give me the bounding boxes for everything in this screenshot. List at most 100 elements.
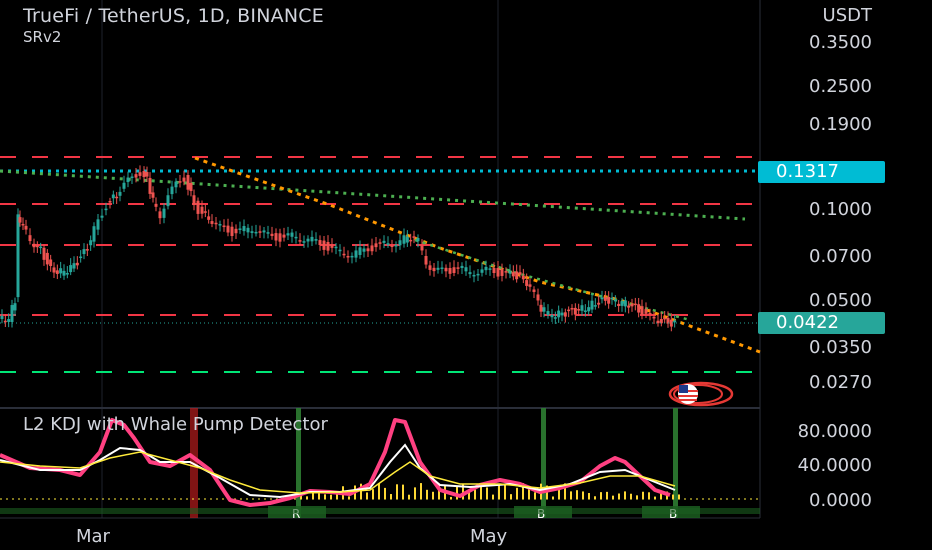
candle-body — [354, 250, 358, 258]
candle-body — [428, 265, 432, 270]
candle-body — [386, 243, 390, 245]
candle-body — [587, 307, 591, 312]
candle-body — [648, 313, 652, 315]
candle-body — [448, 268, 452, 274]
whale-volume-bar — [384, 487, 386, 499]
whale-volume-bar — [636, 495, 638, 499]
candle-body — [298, 240, 302, 242]
whale-volume-bar — [570, 491, 572, 499]
whale-volume-bar — [402, 484, 404, 499]
candle-body — [75, 262, 79, 266]
whale-volume-bar — [528, 489, 530, 499]
chart-title: TrueFi / TetherUS, 1D, BINANCE — [23, 5, 324, 27]
candle-body — [525, 280, 529, 286]
candle-body — [600, 297, 604, 300]
candle-body — [330, 244, 334, 248]
candle-body — [500, 269, 504, 276]
candle-body — [108, 201, 112, 203]
candle-body — [420, 245, 424, 251]
chart-canvas[interactable]: RBB — [0, 0, 932, 550]
candle-body — [412, 236, 416, 238]
candle-body — [35, 245, 39, 248]
candle-body — [370, 245, 374, 252]
price-tag-current: 0.0422 — [758, 312, 885, 334]
whale-volume-bar — [420, 483, 422, 499]
candle-body — [394, 244, 398, 247]
whale-volume-bar — [582, 491, 584, 499]
candle-body — [49, 259, 53, 267]
candle-body — [550, 315, 554, 318]
candle-body — [452, 267, 456, 273]
price-label: 0.1900 — [809, 114, 872, 135]
candle-body — [278, 233, 282, 242]
candle-body — [577, 309, 581, 311]
candle-body — [464, 267, 468, 272]
candle-body — [145, 172, 149, 177]
candle-body — [207, 216, 211, 220]
whale-volume-bar — [306, 496, 308, 499]
candle-body — [539, 304, 543, 312]
candle-body — [238, 228, 242, 230]
whale-volume-bar — [648, 492, 650, 499]
candle-body — [104, 208, 108, 211]
candle-body — [262, 230, 266, 233]
candle-body — [350, 255, 354, 258]
candle-body — [580, 305, 584, 311]
candle-body — [151, 192, 155, 198]
candle-body — [138, 172, 142, 176]
price-tag-upper-trend: 0.1317 — [758, 161, 885, 183]
oscillator-label: 0.0000 — [809, 490, 872, 511]
candle-body — [610, 297, 614, 300]
candle-body — [42, 247, 46, 260]
candle-body — [250, 231, 254, 233]
whale-volume-bar — [414, 487, 416, 499]
time-label-mar: Mar — [76, 526, 110, 547]
candle-body — [226, 225, 230, 233]
candle-body — [436, 267, 440, 270]
candle-body — [617, 303, 621, 306]
price-label: 0.0700 — [809, 246, 872, 267]
trend-line-orange — [194, 156, 761, 354]
candle-body — [52, 267, 56, 273]
whale-volume-bar — [588, 493, 590, 499]
oscillator-title[interactable]: L2 KDJ with Whale Pump Detector — [23, 414, 328, 435]
price-label: 0.0350 — [809, 337, 872, 358]
candle-body — [472, 274, 476, 277]
candle-body — [484, 266, 488, 271]
candle-body — [314, 239, 318, 241]
candle-body — [282, 234, 286, 238]
candle-body — [174, 181, 178, 188]
candle-body — [126, 177, 130, 183]
candle-body — [521, 275, 525, 280]
candle-body — [640, 306, 644, 315]
candle-body — [234, 228, 238, 234]
us-flag-icon[interactable] — [668, 381, 734, 407]
oscillator-label: 40.0000 — [797, 455, 872, 476]
whale-pump-bar — [673, 408, 678, 518]
whale-volume-bar — [504, 484, 506, 499]
candle-body — [96, 219, 100, 230]
whale-volume-bar — [390, 494, 392, 499]
price-axis-unit: USDT — [822, 5, 872, 26]
candle-body — [230, 226, 234, 236]
candle-body — [274, 233, 278, 241]
whale-volume-bar — [576, 490, 578, 499]
whale-volume-bar — [492, 494, 494, 499]
candle-body — [573, 307, 577, 315]
whale-volume-bar — [630, 493, 632, 499]
candle-body — [148, 177, 152, 194]
candle-body — [607, 297, 611, 304]
whale-volume-bar — [534, 492, 536, 499]
whale-volume-bar — [642, 491, 644, 499]
whale-pump-bar — [541, 408, 546, 518]
candle-body — [118, 191, 122, 196]
candle-body — [511, 272, 515, 277]
candle-body — [567, 309, 571, 312]
candle-body — [222, 225, 226, 228]
price-label: 0.2500 — [809, 76, 872, 97]
price-label: 0.3500 — [809, 32, 872, 53]
candle-body — [196, 200, 200, 214]
candle-body — [382, 240, 386, 243]
indicator-label-srv2[interactable]: SRv2 — [23, 28, 61, 46]
candle-body — [7, 319, 11, 322]
